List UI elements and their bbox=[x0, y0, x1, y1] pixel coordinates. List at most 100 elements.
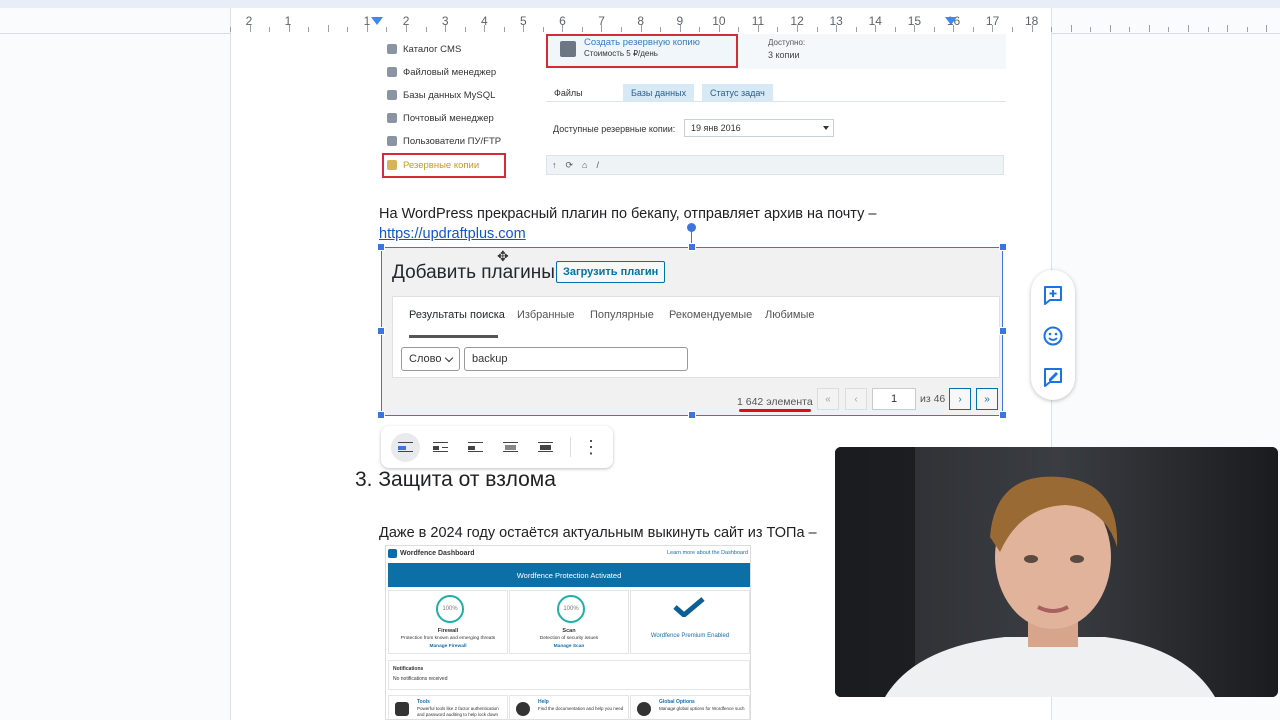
wordfence-image[interactable]: Wordfence Dashboard Learn more about the… bbox=[385, 545, 751, 720]
mail-icon bbox=[387, 113, 397, 123]
ruler-tick bbox=[1070, 25, 1072, 32]
page-number-input: 1 bbox=[872, 388, 916, 410]
more-options-icon[interactable]: ⋮ bbox=[581, 437, 601, 458]
tools-card: Tools Powerful tools like 2 factor authe… bbox=[388, 695, 508, 720]
create-backup-title: Создать резервную копию bbox=[584, 37, 700, 48]
resize-handle-tr[interactable] bbox=[999, 243, 1007, 251]
right-indent-marker[interactable] bbox=[945, 17, 957, 25]
help-card: Help Find the documentation and help you… bbox=[509, 695, 629, 720]
protection-banner: Wordfence Protection Activated bbox=[388, 563, 750, 587]
resize-handle-r[interactable] bbox=[999, 327, 1007, 335]
file-toolbar: ↑ ⟳ ⌂ / bbox=[546, 155, 1004, 175]
premium-card: Wordfence Premium Enabled bbox=[630, 590, 750, 654]
tools-icon bbox=[395, 702, 409, 716]
add-comment-icon[interactable] bbox=[1042, 284, 1064, 306]
create-backup-cost: Стоимость 5 ₽/день bbox=[584, 49, 658, 58]
path-label: / bbox=[596, 160, 599, 170]
ruler-tick bbox=[621, 27, 622, 32]
ruler-tick bbox=[992, 25, 994, 32]
wrap-text-button[interactable] bbox=[426, 433, 455, 462]
ruler-tick bbox=[1090, 27, 1092, 32]
ruler-tick bbox=[1266, 25, 1268, 32]
available-backups-label: Доступные резервные копии: bbox=[553, 124, 676, 134]
backup-tabs: Файлы Базы данных Статус задач bbox=[546, 84, 1006, 102]
hosting-sidebar: Каталог CMS Файловый менеджер Базы данны… bbox=[379, 34, 531, 182]
sidebar-item-mysql: Базы данных MySQL bbox=[387, 84, 495, 106]
ruler-tick bbox=[953, 25, 955, 32]
ruler-tick bbox=[562, 25, 564, 32]
ruler-tick bbox=[1031, 25, 1033, 32]
ruler-tick bbox=[366, 25, 368, 32]
ruler-tick bbox=[484, 25, 486, 32]
section-heading[interactable]: 3. Защита от взлома bbox=[355, 468, 556, 492]
plugins-image-selected[interactable]: Добавить плагины Загрузить плагин Резуль… bbox=[381, 247, 1003, 416]
updraft-link[interactable]: https://updraftplus.com bbox=[379, 226, 526, 242]
ruler-tick bbox=[581, 27, 583, 32]
toolbar-strip bbox=[0, 0, 1280, 8]
ruler-tick bbox=[405, 25, 407, 32]
resize-handle-bl[interactable] bbox=[377, 411, 385, 419]
ruler-tick bbox=[1168, 27, 1170, 32]
ruler-tick bbox=[1051, 27, 1053, 32]
backup-main: Создать резервную копию Стоимость 5 ₽/де… bbox=[546, 34, 1006, 182]
tab-featured: Избранные bbox=[517, 309, 575, 321]
ruler-tick bbox=[347, 27, 349, 32]
ruler-tick bbox=[699, 27, 701, 32]
break-text-button[interactable] bbox=[461, 433, 490, 462]
database-icon bbox=[387, 90, 397, 100]
ruler-tick bbox=[464, 27, 466, 32]
paragraph-backup-plugin[interactable]: На WordPress прекрасный плагин по бекапу… bbox=[379, 206, 876, 222]
backup-panel-image[interactable]: Каталог CMS Файловый менеджер Базы данны… bbox=[379, 34, 1009, 182]
rotate-handle[interactable] bbox=[687, 223, 696, 232]
behind-text-button[interactable] bbox=[496, 433, 525, 462]
search-type-select: Слово bbox=[401, 347, 460, 371]
tab-task-status: Статус задач bbox=[702, 84, 773, 102]
scan-card: 100% Scan Detection of security issues M… bbox=[509, 590, 629, 654]
tab-favorites: Любимые bbox=[765, 309, 815, 321]
ruler-tick bbox=[836, 25, 838, 32]
emoji-reaction-icon[interactable] bbox=[1042, 325, 1064, 347]
paragraph-security[interactable]: Даже в 2024 году остаётся актуальным вык… bbox=[379, 525, 817, 541]
ruler-tick bbox=[445, 25, 447, 32]
image-options-toolbar: ⋮ bbox=[381, 426, 613, 468]
ruler-tick bbox=[542, 27, 544, 32]
ruler-tick bbox=[1129, 27, 1131, 32]
inline-icon bbox=[398, 441, 413, 453]
users-icon bbox=[387, 136, 397, 146]
ruler-tick bbox=[894, 27, 896, 32]
wordfence-logo-icon bbox=[388, 549, 397, 558]
ruler-tick bbox=[1109, 25, 1111, 32]
notifications-panel: Notifications No notifications received bbox=[388, 660, 750, 690]
sidebar-item-cms: Каталог CMS bbox=[387, 38, 461, 60]
resize-handle-l[interactable] bbox=[377, 327, 385, 335]
ruler-tick bbox=[855, 27, 857, 32]
active-tab-underline bbox=[409, 335, 498, 338]
ruler-tick bbox=[269, 27, 271, 32]
move-cursor-icon: ✥ bbox=[497, 248, 509, 264]
ruler-tick bbox=[425, 27, 427, 32]
ruler-tick bbox=[1148, 25, 1150, 32]
floating-actions-bar bbox=[1031, 270, 1075, 400]
ruler-tick bbox=[796, 25, 798, 32]
tab-recommended: Рекомендуемые bbox=[669, 309, 753, 321]
resize-handle-br[interactable] bbox=[999, 411, 1007, 419]
ruler-tick bbox=[757, 25, 759, 32]
resize-handle-b[interactable] bbox=[688, 411, 696, 419]
ruler-tick bbox=[1227, 25, 1229, 32]
resize-handle-tl[interactable] bbox=[377, 243, 385, 251]
left-indent-marker[interactable] bbox=[371, 17, 383, 25]
resize-handle-t[interactable] bbox=[688, 243, 696, 251]
sidebar-item-files: Файловый менеджер bbox=[387, 61, 496, 83]
front-text-button[interactable] bbox=[531, 433, 560, 462]
results-count: 1 642 элемента bbox=[737, 396, 813, 408]
suggest-edits-icon[interactable] bbox=[1042, 366, 1064, 388]
highlight-box-backups bbox=[382, 153, 506, 178]
toolbar-divider bbox=[570, 437, 571, 457]
ruler-tick bbox=[230, 27, 231, 32]
refresh-icon: ⟳ bbox=[565, 159, 574, 170]
catalog-icon bbox=[387, 44, 397, 54]
wrap-inline-button[interactable] bbox=[391, 432, 420, 462]
next-page-button: › bbox=[949, 388, 971, 410]
wordfence-header: Wordfence Dashboard Learn more about the… bbox=[386, 546, 752, 561]
ruler-tick bbox=[679, 25, 681, 32]
